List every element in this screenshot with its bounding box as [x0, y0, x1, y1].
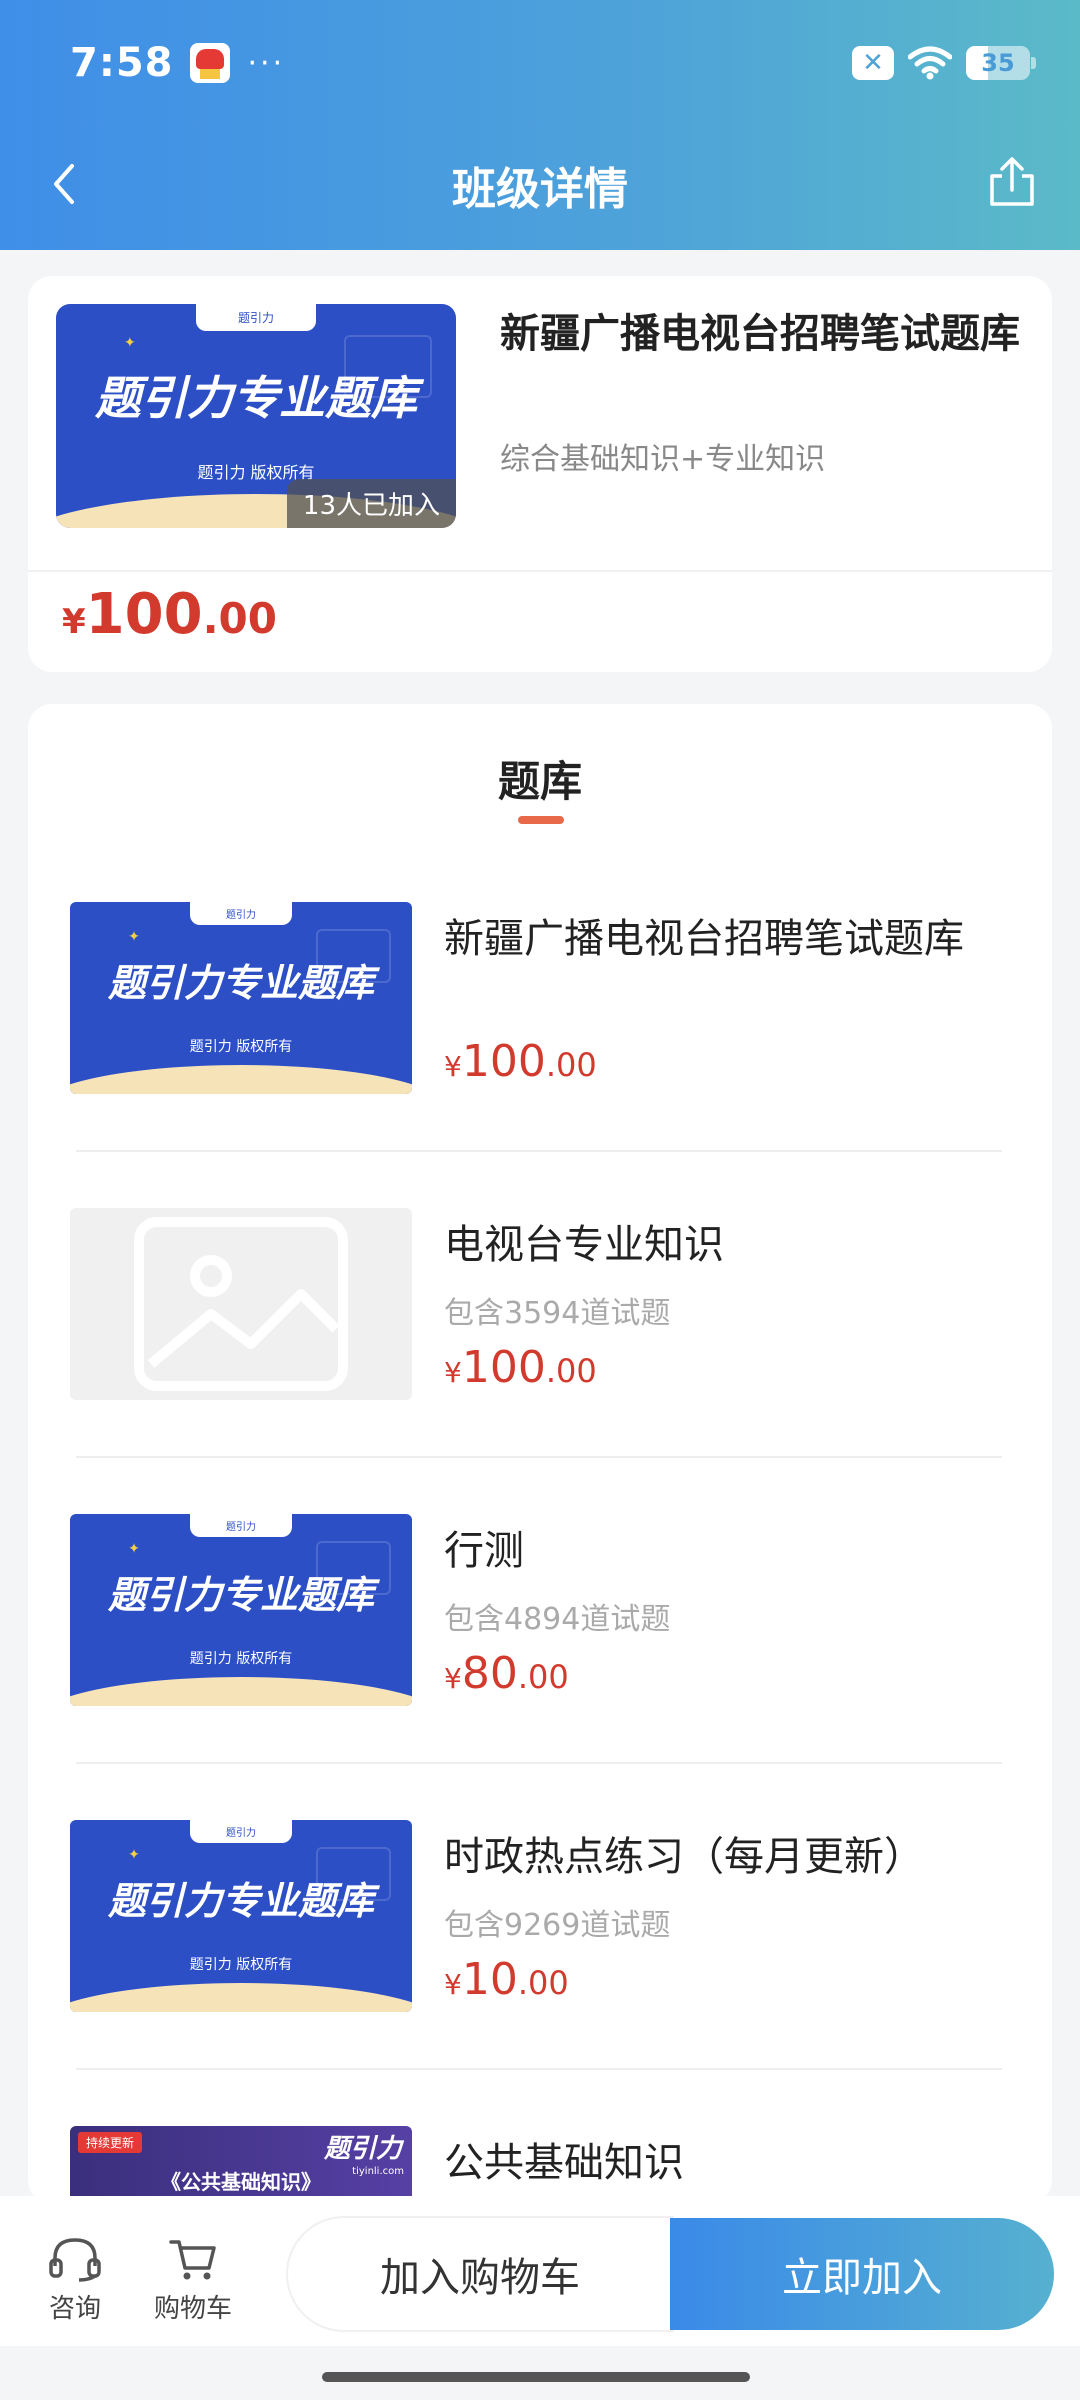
cover-headline: 题引力专业题库	[107, 960, 374, 1005]
more-notifications-icon: ···	[247, 45, 286, 81]
cover-brand: 题引力	[189, 902, 293, 926]
nav-bar: 班级详情	[0, 140, 1080, 230]
battery-level: 35	[981, 49, 1015, 77]
no-sim-icon: ✕	[852, 46, 894, 80]
bank-item-cover	[70, 1208, 412, 1400]
cover-copyright: 题引力 版权所有	[189, 1650, 293, 1667]
price-integer: 100	[461, 1342, 546, 1393]
bank-item-name: 电视台专业知识	[444, 1222, 724, 1268]
app-notification-icon	[189, 43, 230, 83]
price-integer: 100	[461, 1036, 546, 1087]
bank-item-cover: 题引力 ✦ 题引力专业题库 题引力 版权所有	[70, 1820, 412, 2012]
section-title-underline	[518, 816, 564, 824]
top-header: 7:58 ··· ✕ 35 班级详情	[0, 0, 1080, 250]
course-cover-image: 题引力 ✦ 题引力专业题库 题引力 版权所有 13人已加入	[56, 304, 456, 528]
shopping-cart-icon	[169, 2240, 216, 2280]
bank-item-price: ¥100.00	[444, 1342, 597, 1393]
cover-brand: 题引力	[196, 304, 316, 331]
bank-item-name: 新疆广播电视台招聘笔试题库	[444, 916, 964, 962]
divider	[76, 1762, 1002, 1764]
currency-symbol: ¥	[444, 1356, 462, 1389]
bank-item-question-count: 包含9269道试题	[444, 1908, 671, 1943]
bank-item[interactable]: 题引力 ✦ 题引力专业题库 题引力 版权所有 行测 包含4894道试题 ¥80.…	[70, 1514, 1030, 1710]
price-integer: 100	[85, 582, 203, 647]
price-decimal: .00	[202, 594, 277, 643]
image-placeholder-icon	[134, 1217, 348, 1391]
status-bar: 7:58 ··· ✕ 35	[70, 38, 1036, 88]
page-title: 班级详情	[452, 164, 628, 215]
divider	[76, 1456, 1002, 1458]
bank-item-question-count: 包含4894道试题	[444, 1602, 671, 1637]
bank-item-cover: 题引力 ✦ 题引力专业题库 题引力 版权所有	[70, 902, 412, 1094]
share-icon[interactable]	[984, 154, 1040, 210]
price-decimal: .00	[517, 1964, 569, 2002]
currency-symbol: ¥	[444, 1968, 462, 2001]
divider	[76, 1150, 1002, 1152]
currency-symbol: ¥	[444, 1050, 462, 1083]
bank-item-price: ¥10.00	[444, 1954, 569, 2005]
section-title: 题库	[497, 757, 582, 806]
price-decimal: .00	[545, 1046, 597, 1084]
bank-item-name: 行测	[444, 1528, 524, 1574]
course-card: 题引力 ✦ 题引力专业题库 题引力 版权所有 13人已加入 新疆广播电视台招聘笔…	[28, 276, 1052, 672]
bank-item-name: 公共基础知识	[444, 2140, 684, 2186]
cover-brand: 题引力	[189, 1820, 293, 1844]
bank-item[interactable]: 电视台专业知识 包含3594道试题 ¥100.00	[70, 1208, 1030, 1404]
cart-label: 购物车	[153, 2294, 232, 2324]
question-bank-section: 题库 题引力 ✦ 题引力专业题库 题引力 版权所有 新疆广播电视台招聘笔试题库 …	[28, 704, 1052, 2204]
cart-button[interactable]: 购物车	[138, 2236, 248, 2325]
add-to-cart-button[interactable]: 加入购物车	[288, 2218, 672, 2330]
headset-icon	[49, 2238, 101, 2282]
cover-brand: 题引力	[189, 1514, 293, 1538]
cover-heading: 《公共基础知识》	[161, 2170, 321, 2194]
battery-icon: 35	[966, 46, 1036, 80]
price-decimal: .00	[545, 1352, 597, 1390]
wifi-icon	[908, 46, 952, 80]
bank-item[interactable]: 题引力 ✦ 题引力专业题库 题引力 版权所有 时政热点练习（每月更新） 包含92…	[70, 1820, 1030, 2016]
cover-headline: 题引力专业题库	[107, 1572, 374, 1617]
course-subtitle: 综合基础知识+专业知识	[500, 442, 826, 477]
bank-item-question-count: 包含3594道试题	[444, 1296, 671, 1331]
cover-tag: 持续更新	[78, 2132, 143, 2153]
currency-symbol: ¥	[62, 602, 86, 642]
status-time: 7:58	[70, 40, 174, 86]
cover-copyright: 题引力 版权所有	[189, 1956, 293, 1973]
bank-item-name: 时政热点练习（每月更新）	[444, 1834, 924, 1880]
course-title: 新疆广播电视台招聘笔试题库	[500, 311, 1020, 357]
currency-symbol: ¥	[444, 1662, 462, 1695]
divider	[28, 570, 1052, 572]
join-now-button[interactable]: 立即加入	[670, 2218, 1054, 2330]
cover-headline: 题引力专业题库	[95, 371, 417, 426]
divider	[76, 2068, 1002, 2070]
price-decimal: .00	[517, 1658, 569, 1696]
price-integer: 80	[461, 1648, 518, 1699]
cover-logo: 题引力	[323, 2134, 402, 2164]
consult-button[interactable]: 咨询	[20, 2236, 130, 2325]
bank-item-cover: 题引力 ✦ 题引力专业题库 题引力 版权所有	[70, 1514, 412, 1706]
back-icon[interactable]	[42, 160, 90, 208]
joined-count-badge: 13人已加入	[286, 479, 456, 528]
consult-label: 咨询	[48, 2294, 101, 2324]
cover-headline: 题引力专业题库	[107, 1878, 374, 1923]
bank-item-price: ¥100.00	[444, 1036, 597, 1087]
bank-item-cover: 持续更新 题引力 tiyinli.com 《公共基础知识》	[70, 2126, 412, 2204]
course-price: ¥100.00	[62, 582, 277, 647]
bank-item[interactable]: 持续更新 题引力 tiyinli.com 《公共基础知识》 公共基础知识	[70, 2126, 1030, 2204]
home-indicator[interactable]	[322, 2372, 750, 2382]
bank-item[interactable]: 题引力 ✦ 题引力专业题库 题引力 版权所有 新疆广播电视台招聘笔试题库 ¥10…	[70, 902, 1030, 1098]
cover-copyright: 题引力 版权所有	[189, 1038, 293, 1055]
price-integer: 10	[461, 1954, 518, 2005]
bank-item-price: ¥80.00	[444, 1648, 569, 1699]
bottom-action-bar: 咨询 购物车 加入购物车 立即加入	[0, 2196, 1080, 2346]
